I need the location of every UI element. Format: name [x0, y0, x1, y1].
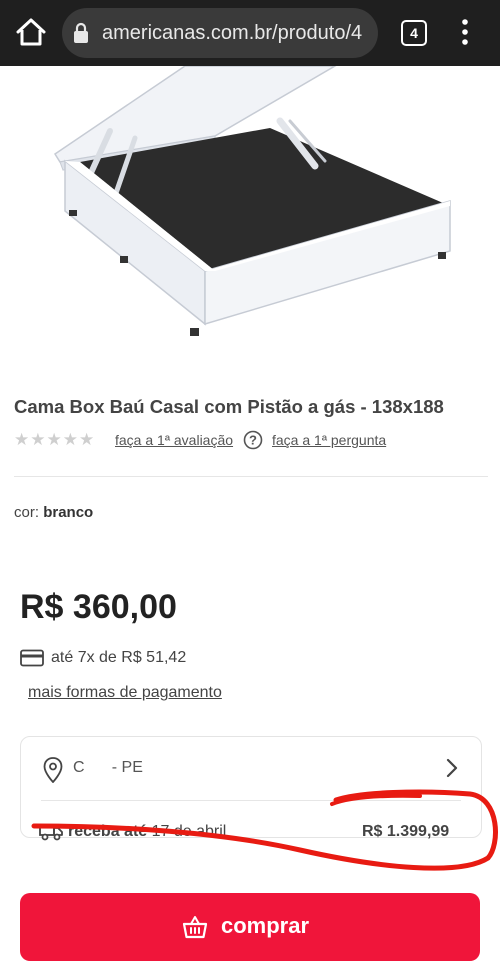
- card-divider: [41, 800, 461, 801]
- truck-icon: [39, 824, 63, 841]
- rating-stars-icon: ★★★★★: [14, 430, 96, 449]
- buy-button-label: comprar: [221, 913, 310, 938]
- rating-row: ★★★★★ faça a 1ª avaliação ? faça a 1ª pe…: [14, 430, 484, 450]
- home-icon[interactable]: [14, 15, 48, 49]
- ask-question-link[interactable]: faça a 1ª pergunta: [272, 432, 386, 448]
- delivery-date: 17 de abril: [151, 823, 227, 840]
- delivery-label: receba até: [68, 823, 148, 840]
- kebab-menu-icon[interactable]: [455, 17, 475, 47]
- delivery-estimate: receba até 17 de abril: [68, 823, 226, 841]
- product-price: R$ 360,00: [20, 588, 177, 626]
- product-title: Cama Box Baú Casal com Pistão a gás - 13…: [14, 396, 444, 417]
- shipping-price: R$ 1.399,99: [362, 823, 450, 840]
- color-value: branco: [43, 504, 94, 521]
- buy-button[interactable]: comprar: [20, 893, 480, 961]
- more-payment-link[interactable]: mais formas de pagamento: [28, 684, 222, 702]
- product-image[interactable]: [25, 66, 475, 374]
- lock-icon: [74, 22, 88, 43]
- color-selector[interactable]: cor: branco: [14, 504, 93, 521]
- credit-card-icon: [20, 649, 44, 667]
- color-label: cor:: [14, 504, 40, 521]
- svg-text:?: ?: [249, 433, 257, 448]
- shipping-card[interactable]: C - PE receba até 17 de abril R$ 1.399,9…: [20, 736, 482, 841]
- section-divider: [14, 476, 488, 477]
- browser-toolbar: americanas.com.br/produto/4 4: [0, 0, 500, 66]
- basket-icon: [182, 916, 208, 939]
- question-icon: ?: [243, 430, 263, 450]
- location-pin-icon: [43, 757, 63, 783]
- address-bar[interactable]: americanas.com.br/produto/4: [62, 8, 378, 58]
- tab-switcher-button[interactable]: 4: [401, 20, 427, 46]
- installments-text: até 7x de R$ 51,42: [51, 649, 187, 666]
- chevron-right-icon[interactable]: [445, 757, 459, 779]
- url-text: americanas.com.br/produto/4: [102, 22, 363, 44]
- rate-link[interactable]: faça a 1ª avaliação: [115, 432, 233, 448]
- shipping-location: C - PE: [73, 759, 143, 776]
